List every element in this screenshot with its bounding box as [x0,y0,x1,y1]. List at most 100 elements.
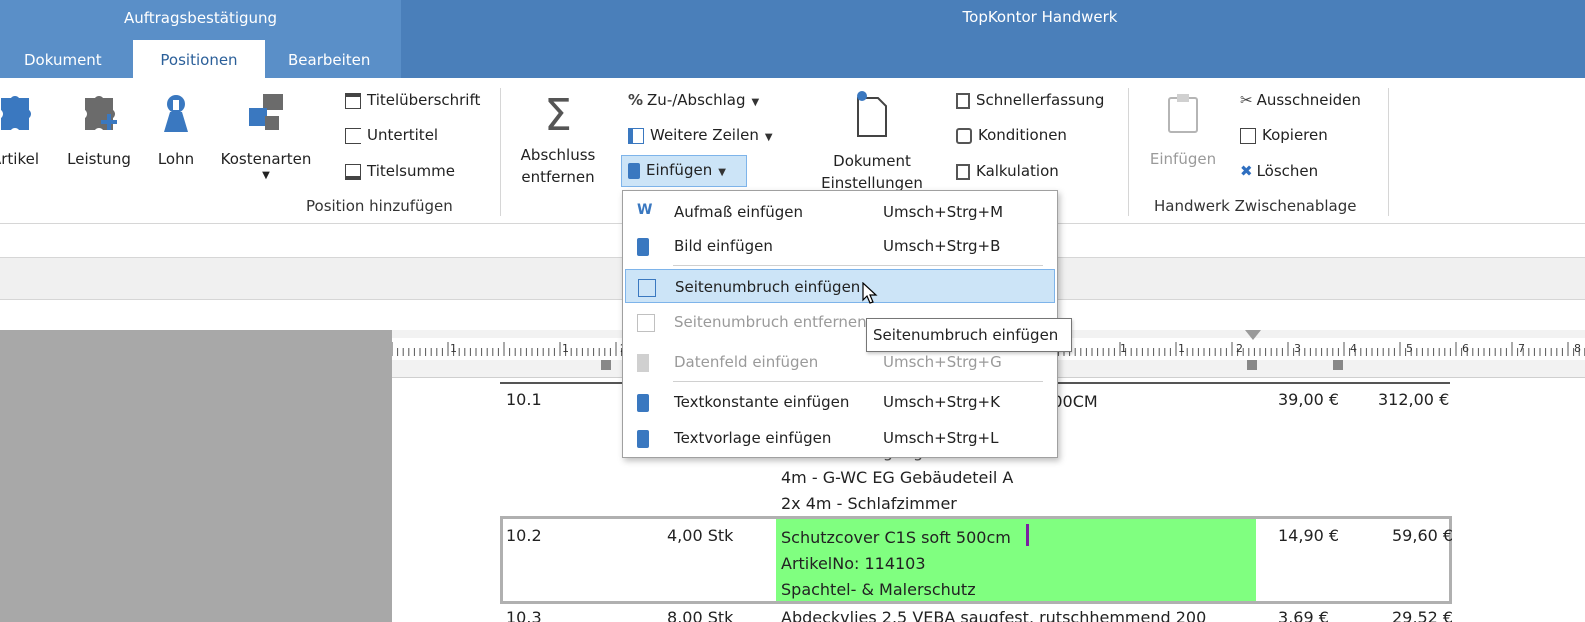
percent-icon: % [628,91,644,109]
row-2-pos: 10.2 [506,526,542,545]
menu-item-seitenumbruch-einfuegen[interactable]: Seitenumbruch einfügen [625,269,1055,303]
tab-positionen[interactable]: Positionen [133,40,265,78]
einfuegen-dropdown-button[interactable]: Einfügen ▼ [621,155,747,187]
dokument-label-1: Dokument [833,152,911,170]
row-3-total: 29,52 € [1392,608,1454,622]
image-icon [637,238,649,256]
chevron-down-icon: ▼ [751,97,760,108]
ribbon-separator [1388,88,1389,216]
blocks-icon [249,94,283,130]
menu-item-textkonstante[interactable]: Textkonstante einfügen Umsch+Strg+K [623,385,1057,419]
menu-item-label: Textvorlage einfügen [674,429,832,447]
clipboard-icon [628,162,640,179]
menu-item-shortcut: Umsch+Strg+L [883,429,999,447]
page-margin-area [0,330,392,622]
menu-item-shortcut: Umsch+Strg+M [883,203,1004,221]
kostenarten-button[interactable]: Kostenarten ▼ [216,92,316,182]
zu-abschlag-label: Zu-/Abschlag [647,91,746,109]
menu-separator [673,265,1043,266]
menu-separator [673,381,1043,382]
dokument-einstellungen-button[interactable]: Dokument Einstellungen [816,90,928,194]
text-cursor [1026,524,1029,546]
menu-item-shortcut: Umsch+Strg+G [883,353,1002,371]
ausschneiden-label: Ausschneiden [1256,91,1361,109]
ruler-label: 1 [562,342,569,355]
subtitle-icon [345,127,361,144]
konditionen-button[interactable]: Konditionen [956,121,1067,149]
ruler-label: 5 [1406,342,1413,355]
loeschen-button[interactable]: ✖ Löschen [1240,157,1318,185]
lohn-button[interactable]: Lohn [150,92,202,170]
row-1-total: 312,00 € [1378,390,1450,409]
ruler-label: 1 [450,342,457,355]
ruler-label: 6 [1462,342,1469,355]
titelueberschrift-label: Titelüberschrift [367,91,481,109]
kalkulation-button[interactable]: Kalkulation [956,157,1059,185]
artikel-button[interactable]: Artikel [0,92,46,170]
row-2-text-2: ArtikelNo: 114103 [781,554,926,573]
abschluss-label-2: entfernen [521,168,595,186]
page-break-remove-icon [637,314,655,332]
ribbon-separator [500,88,501,216]
titelsumme-button[interactable]: Titelsumme [345,157,455,185]
untertitel-button[interactable]: Untertitel [345,121,438,149]
kopieren-button[interactable]: Kopieren [1240,121,1328,149]
leistung-label: Leistung [67,150,131,168]
group-label-position: Position hinzufügen [306,197,453,215]
zu-abschlag-button[interactable]: % Zu-/Abschlag ▼ [628,86,759,114]
ruler-label: 1 [1120,342,1127,355]
menu-item-label: Textkonstante einfügen [674,393,850,411]
datafield-icon [637,354,649,372]
titelueberschrift-button[interactable]: Titelüberschrift [345,86,480,114]
menu-item-label: Datenfeld einfügen [674,353,819,371]
menu-item-bild[interactable]: Bild einfügen Umsch+Strg+B [623,229,1057,263]
ruler-label: 1 [1178,342,1185,355]
row-2-total: 59,60 € [1392,526,1454,545]
menu-item-shortcut: Umsch+Strg+K [883,393,1000,411]
abschluss-entfernen-button[interactable]: Σ Abschluss entfernen [510,92,606,188]
untertitel-label: Untertitel [367,126,439,144]
calculator-icon [956,163,970,180]
ruler-label: 3 [1294,342,1301,355]
menu-item-textvorlage[interactable]: Textvorlage einfügen Umsch+Strg+L [623,421,1057,455]
kostenarten-label: Kostenarten [220,150,312,168]
ribbon-separator [1128,88,1129,216]
row-2-text-1[interactable]: Schutzcover C1S soft 500cm [781,528,1011,547]
kalkulation-label: Kalkulation [976,162,1059,180]
konditionen-label: Konditionen [978,126,1067,144]
chevron-down-icon: ▼ [718,167,726,178]
text-template-icon [637,430,649,448]
leistung-button[interactable]: Leistung [64,92,134,170]
copy-icon [1240,127,1256,144]
ruler-label: 8 [1574,342,1581,355]
ruler-label: 2 [1236,342,1243,355]
weitere-zeilen-label: Weitere Zeilen [650,126,759,144]
worker-icon [164,95,188,132]
clipboard-einfuegen-button[interactable]: Einfügen [1144,92,1222,170]
tab-stop-marker [1333,360,1343,370]
aufmass-icon: W [637,202,653,218]
menu-item-shortcut: Umsch+Strg+B [883,237,1001,255]
ausschneiden-button[interactable]: ✂ Ausschneiden [1240,86,1361,114]
tab-dokument[interactable]: Dokument [2,40,124,78]
menu-item-label: Bild einfügen [674,237,773,255]
clipboard-einfuegen-label: Einfügen [1149,150,1217,168]
chevron-down-icon: ▼ [764,132,773,143]
titelsumme-label: Titelsumme [367,162,455,180]
document-settings-icon [857,91,887,137]
row-3-qty: 8,00 Stk [667,608,734,622]
text-constant-icon [637,394,649,412]
schnellerfassung-button[interactable]: Schnellerfassung [956,86,1104,114]
row-1-text-4: 2x 4m - Schlafzimmer [781,494,957,513]
weitere-zeilen-button[interactable]: Weitere Zeilen ▼ [628,121,773,149]
row-2-qty: 4,00 Stk [667,526,734,545]
scissors-icon: ✂ [1240,91,1253,109]
tab-bearbeiten[interactable]: Bearbeiten [266,40,392,78]
paste-icon [1168,94,1198,133]
lohn-label: Lohn [157,150,195,168]
title-sum-icon [345,163,361,180]
menu-item-aufmass[interactable]: W Aufmaß einfügen Umsch+Strg+M [623,195,1057,229]
row-3-pos: 10.3 [506,608,542,622]
menu-item-label: Seitenumbruch entfernen [674,313,867,331]
row-3-text-1: Abdeckvlies 2.5 VEBA saugfest, rutschhem… [781,608,1207,622]
